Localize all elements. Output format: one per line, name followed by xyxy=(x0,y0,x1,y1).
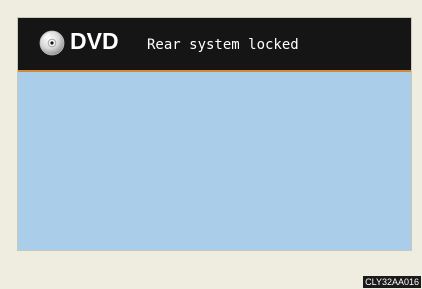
header-bar: DVD Rear system locked xyxy=(18,18,411,72)
source-label: DVD xyxy=(70,28,119,54)
page: DVD Rear system locked CLY32AA016 xyxy=(0,0,422,289)
disc-icon xyxy=(39,30,65,56)
display-screen: DVD Rear system locked xyxy=(17,17,412,251)
image-code-label: CLY32AA016 xyxy=(363,276,421,288)
status-message: Rear system locked xyxy=(147,37,299,53)
video-area xyxy=(18,72,411,250)
